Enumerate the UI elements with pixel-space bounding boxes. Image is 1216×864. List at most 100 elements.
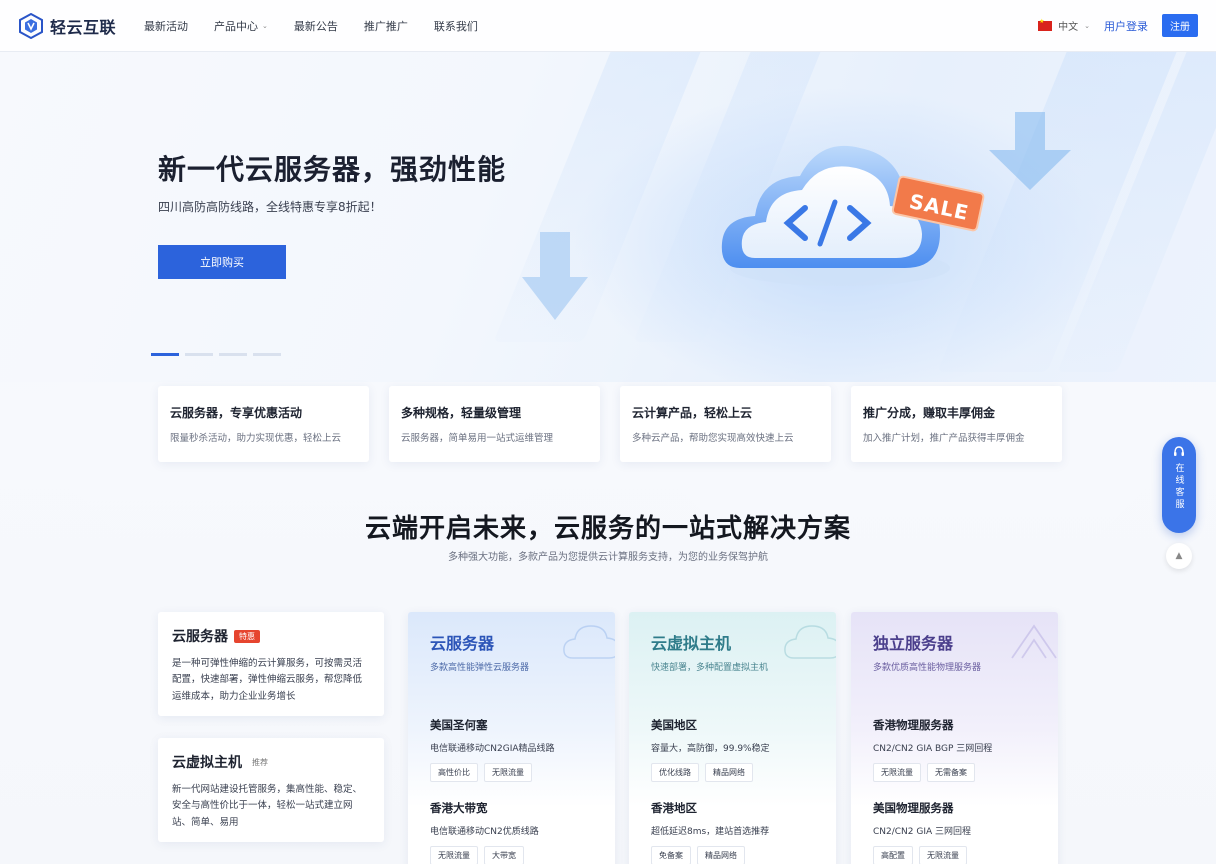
hot-badge: 特惠 (234, 629, 260, 643)
carousel-dot[interactable] (253, 353, 281, 356)
section-subtitle: 多种强大功能，多款产品为您提供云计算服务支持，为您的业务保驾护航 (448, 552, 768, 563)
region-tags: 高性价比 无限流量 (430, 763, 593, 782)
cloud-outline-icon (784, 625, 836, 659)
region-title: 美国地区 (651, 718, 697, 732)
logo-icon (18, 12, 44, 39)
online-service-button[interactable]: 在线客服 (1162, 437, 1196, 533)
tag: 精品网络 (705, 763, 753, 782)
feature-desc: 云服务器，简单易用一站式运维管理 (401, 433, 554, 444)
hero-subtitle: 四川高防高防线路，全线特惠专享8折起！ (158, 200, 382, 214)
tag: 高配置 (873, 846, 913, 864)
carousel-dot[interactable] (219, 353, 247, 356)
feature-card[interactable]: 推广分成，赚取丰厚佣金 加入推广计划，推广产品获得丰厚佣金 (851, 386, 1062, 462)
brand-name: 轻云互联 (50, 17, 117, 37)
feature-cards: 云服务器，专享优惠活动 限量秒杀活动，助力实现优惠，轻松上云 多种规格，轻量级管… (158, 386, 1062, 462)
feature-desc: 加入推广计划，推广产品获得丰厚佣金 (863, 433, 1025, 444)
region-desc: CN2/CN2 GIA BGP 三网回程 (873, 744, 993, 754)
product-card-virtual-host[interactable]: 云虚拟主机 推荐 新一代网站建设托管服务，集高性能、稳定、安全与高性价比于一体，… (158, 738, 384, 842)
region-title: 香港物理服务器 (873, 718, 954, 732)
tag: 优化线路 (651, 763, 699, 782)
region-desc: 电信联通移动CN2GIA精品线路 (430, 744, 555, 754)
region-item[interactable]: 美国圣何塞 电信联通移动CN2GIA精品线路 高性价比 无限流量 (430, 717, 593, 782)
region-desc: CN2/CN2 GIA 三网回程 (873, 827, 972, 837)
feature-card[interactable]: 云计算产品，轻松上云 多种云产品，帮助您实现高效快速上云 (620, 386, 831, 462)
buy-now-button[interactable]: 立即购买 (158, 245, 286, 279)
chevron-down-icon: ⌄ (1084, 21, 1090, 30)
tag: 大带宽 (484, 846, 524, 864)
region-title: 香港地区 (651, 801, 697, 815)
product-card-header: 云虚拟主机 推荐 (172, 752, 370, 772)
hero-title: 新一代云服务器，强劲性能 (158, 153, 507, 186)
feature-desc: 多种云产品，帮助您实现高效快速上云 (632, 433, 794, 444)
product-card-title: 云服务器 (172, 629, 228, 645)
region-item[interactable]: 美国物理服务器 CN2/CN2 GIA 三网回程 高配置 无限流量 (873, 800, 1036, 864)
tag: 精品网络 (697, 846, 745, 864)
tag: 无限流量 (873, 763, 921, 782)
region-desc: 容量大，高防御，99.9%稳定 (651, 744, 770, 754)
service-label: 在线客服 (1173, 463, 1184, 511)
nav-item-contact[interactable]: 联系我们 (434, 18, 478, 34)
nav-label: 推广推广 (363, 19, 408, 33)
nav-item-activities[interactable]: 最新活动 (144, 18, 188, 34)
product-column-dedicated-server[interactable]: 独立服务器 多款优质高性能物理服务器 香港物理服务器 CN2/CN2 GIA B… (851, 612, 1058, 864)
region-tags: 无限流量 无需备案 (873, 763, 1036, 782)
arrow-up-icon: ▲ (1175, 551, 1183, 561)
nav-label: 最新公告 (293, 19, 338, 33)
carousel-indicators (151, 353, 281, 356)
cloud-outline-icon (563, 625, 615, 659)
nav-label: 最新活动 (144, 19, 189, 33)
recommend-badge: 推荐 (252, 757, 268, 767)
region-title: 美国物理服务器 (873, 801, 954, 815)
logo[interactable]: 轻云互联 (18, 12, 117, 39)
region-title: 香港大带宽 (430, 801, 488, 815)
china-flag-icon (1038, 18, 1053, 31)
chevron-up-outline-icon (1011, 624, 1057, 659)
carousel-dot[interactable] (185, 353, 213, 356)
carousel-dot[interactable] (151, 353, 179, 356)
region-tags: 高配置 无限流量 (873, 846, 1036, 864)
tag: 高性价比 (430, 763, 478, 782)
hero-banner[interactable]: 新一代云服务器，强劲性能 四川高防高防线路，全线特惠专享8折起！ 立即购买 SA… (0, 52, 1216, 382)
section-title: 云端开启未来，云服务的一站式解决方案 (364, 514, 851, 544)
region-item[interactable]: 香港物理服务器 CN2/CN2 GIA BGP 三网回程 无限流量 无需备案 (873, 717, 1036, 782)
product-column-virtual-host[interactable]: 云虚拟主机 快速部署，多种配置虚拟主机 美国地区 容量大，高防御，99.9%稳定… (629, 612, 836, 864)
nav-right: 中文 ⌄ 用户登录 注册 (1038, 14, 1198, 37)
region-title: 美国圣何塞 (430, 718, 488, 732)
region-tags: 免备案 精品网络 (651, 846, 814, 864)
region-item[interactable]: 香港大带宽 电信联通移动CN2优质线路 无限流量 大带宽 (430, 800, 593, 864)
product-card-title: 云虚拟主机 (172, 755, 242, 771)
back-to-top-button[interactable]: ▲ (1166, 543, 1192, 569)
feature-title: 推广分成，赚取丰厚佣金 (863, 406, 996, 420)
nav-label: 产品中心 (214, 19, 259, 33)
nav-item-announcements[interactable]: 最新公告 (294, 18, 338, 34)
nav-item-promotion[interactable]: 推广推广 (364, 18, 408, 34)
region-tags: 无限流量 大带宽 (430, 846, 593, 864)
product-card-cloud-server[interactable]: 云服务器 特惠 是一种可弹性伸缩的云计算服务，可按需灵活配置，快速部署，弹性伸缩… (158, 612, 384, 716)
product-card-desc: 是一种可弹性伸缩的云计算服务，可按需灵活配置，快速部署，弹性伸缩云服务，帮您降低… (172, 658, 363, 702)
region-item[interactable]: 香港地区 超低延迟8ms，建站首选推荐 免备案 精品网络 (651, 800, 814, 864)
tag: 免备案 (651, 846, 691, 864)
language-selector[interactable]: 中文 ⌄ (1038, 18, 1090, 33)
feature-desc: 限量秒杀活动，助力实现优惠，轻松上云 (170, 433, 342, 444)
language-label: 中文 (1058, 22, 1079, 33)
nav-label: 联系我们 (433, 19, 478, 33)
tag: 无限流量 (430, 846, 478, 864)
tag: 无限流量 (919, 846, 967, 864)
chevron-down-icon: ⌄ (262, 21, 268, 30)
region-item[interactable]: 美国地区 容量大，高防御，99.9%稳定 优化线路 精品网络 (651, 717, 814, 782)
feature-title: 多种规格，轻量级管理 (401, 406, 522, 420)
arrow-down-icon (522, 232, 588, 320)
feature-card[interactable]: 多种规格，轻量级管理 云服务器，简单易用一站式运维管理 (389, 386, 600, 462)
region-tags: 优化线路 精品网络 (651, 763, 814, 782)
headset-icon (1174, 446, 1184, 456)
feature-card[interactable]: 云服务器，专享优惠活动 限量秒杀活动，助力实现优惠，轻松上云 (158, 386, 369, 462)
nav-menu: 最新活动 产品中心 ⌄ 最新公告 推广推广 联系我们 (144, 18, 478, 34)
register-button[interactable]: 注册 (1162, 14, 1198, 37)
login-link[interactable]: 用户登录 (1104, 18, 1148, 34)
tag: 无需备案 (927, 763, 975, 782)
nav-item-products[interactable]: 产品中心 ⌄ (214, 18, 268, 34)
region-desc: 超低延迟8ms，建站首选推荐 (651, 827, 770, 837)
product-column-cloud-server[interactable]: 云服务器 多款高性能弹性云服务器 美国圣何塞 电信联通移动CN2GIA精品线路 … (408, 612, 615, 864)
region-desc: 电信联通移动CN2优质线路 (430, 827, 539, 837)
tag: 无限流量 (484, 763, 532, 782)
